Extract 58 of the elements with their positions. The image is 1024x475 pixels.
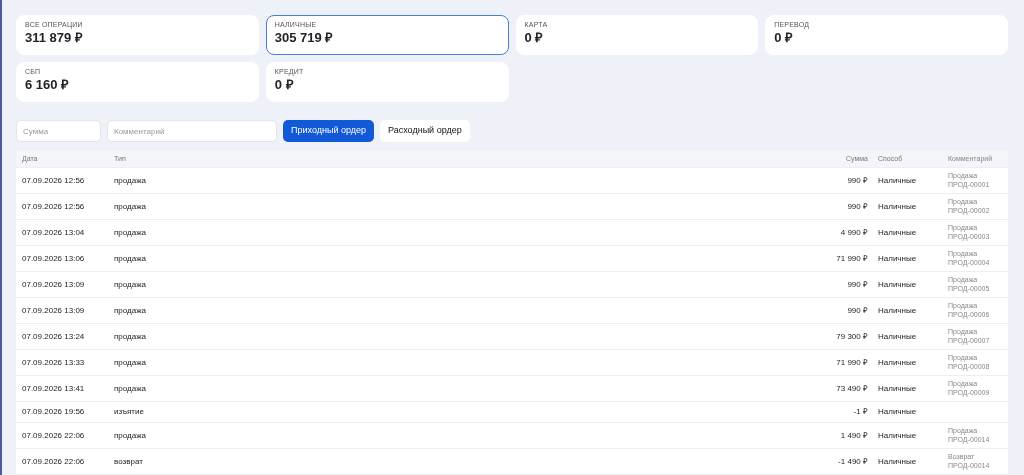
date-cell-text: 07.09.2026 12:56 — [21, 200, 86, 213]
date-cell-text: 07.09.2026 19:56 — [21, 406, 86, 418]
amount-field[interactable]: Сумма — [16, 120, 101, 142]
type-cell-text: продажа — [113, 382, 147, 395]
date-cell-text: 07.09.2026 22:06 — [21, 455, 86, 468]
type-cell-text: продажа — [113, 330, 147, 343]
type-cell-text: продажа — [113, 252, 147, 265]
type-cell-text: продажа — [113, 226, 147, 239]
type-cell-text: продажа — [113, 429, 147, 442]
amount-cell-text: 990 ₽ — [846, 278, 869, 291]
method-cell-text: Наличные — [877, 330, 918, 343]
method-cell-text: Наличные — [877, 382, 918, 395]
amount-cell-text: -1 490 ₽ — [837, 455, 869, 468]
date-cell-text: 07.09.2026 12:56 — [21, 174, 86, 187]
type-cell-text: изъятие — [113, 406, 145, 418]
method-cell-text: Наличные — [877, 226, 918, 239]
method-cell-text: Наличные — [877, 356, 918, 369]
date-cell-text: 07.09.2026 13:24 — [21, 330, 86, 343]
method-cell-text: Наличные — [877, 278, 918, 291]
method-cell-text: Наличные — [877, 200, 918, 213]
type-cell-text: возврат — [113, 455, 144, 468]
method-cell-text: Наличные — [877, 174, 918, 187]
amount-cell-text: 1 490 ₽ — [839, 429, 869, 442]
type-cell-text: продажа — [113, 174, 147, 187]
amount-cell-text: 990 ₽ — [846, 200, 869, 213]
method-cell-text: Наличные — [877, 429, 918, 442]
type-cell-text: продажа — [113, 356, 147, 369]
amount-cell-text: 71 990 ₽ — [835, 356, 869, 369]
card-value: 0 ₽ — [774, 31, 795, 44]
method-cell-text: Наличные — [877, 455, 918, 468]
card-value: 305 719 ₽ — [274, 31, 335, 44]
card-value: 6 160 ₽ — [25, 78, 71, 91]
comment-field[interactable]: Комментарий — [107, 120, 277, 142]
amount-cell-text: 990 ₽ — [846, 174, 869, 187]
amount-cell-text: 71 990 ₽ — [835, 252, 869, 265]
card-value: 0 ₽ — [274, 78, 295, 91]
outgoing-order-button[interactable]: Расходный ордер — [380, 120, 470, 142]
date-cell-text: 07.09.2026 13:09 — [21, 278, 86, 291]
card-value: 311 879 ₽ — [25, 31, 84, 44]
amount-cell-text: 4 990 ₽ — [839, 226, 869, 239]
card-value: 0 ₽ — [524, 31, 545, 44]
type-cell-text: продажа — [113, 304, 147, 317]
incoming-order-button[interactable]: Приходный ордер — [283, 120, 374, 142]
date-cell-text: 07.09.2026 13:09 — [21, 304, 86, 317]
type-cell-text: продажа — [113, 278, 147, 291]
date-cell-text: 07.09.2026 22:06 — [21, 429, 86, 442]
amount-cell-text: -1 ₽ — [852, 406, 869, 418]
date-cell-text: 07.09.2026 13:33 — [21, 356, 86, 369]
date-cell-text: 07.09.2026 13:04 — [21, 226, 86, 239]
amount-cell-text: 73 490 ₽ — [835, 382, 869, 395]
method-cell-text: Наличные — [877, 406, 918, 418]
amount-cell-text: 79 300 ₽ — [835, 330, 869, 343]
method-cell-text: Наличные — [877, 252, 918, 265]
method-cell-text: Наличные — [877, 304, 918, 317]
amount-cell-text: 990 ₽ — [846, 304, 869, 317]
date-cell-text: 07.09.2026 13:06 — [21, 252, 86, 265]
type-cell-text: продажа — [113, 200, 147, 213]
date-cell-text: 07.09.2026 13:41 — [21, 382, 86, 395]
